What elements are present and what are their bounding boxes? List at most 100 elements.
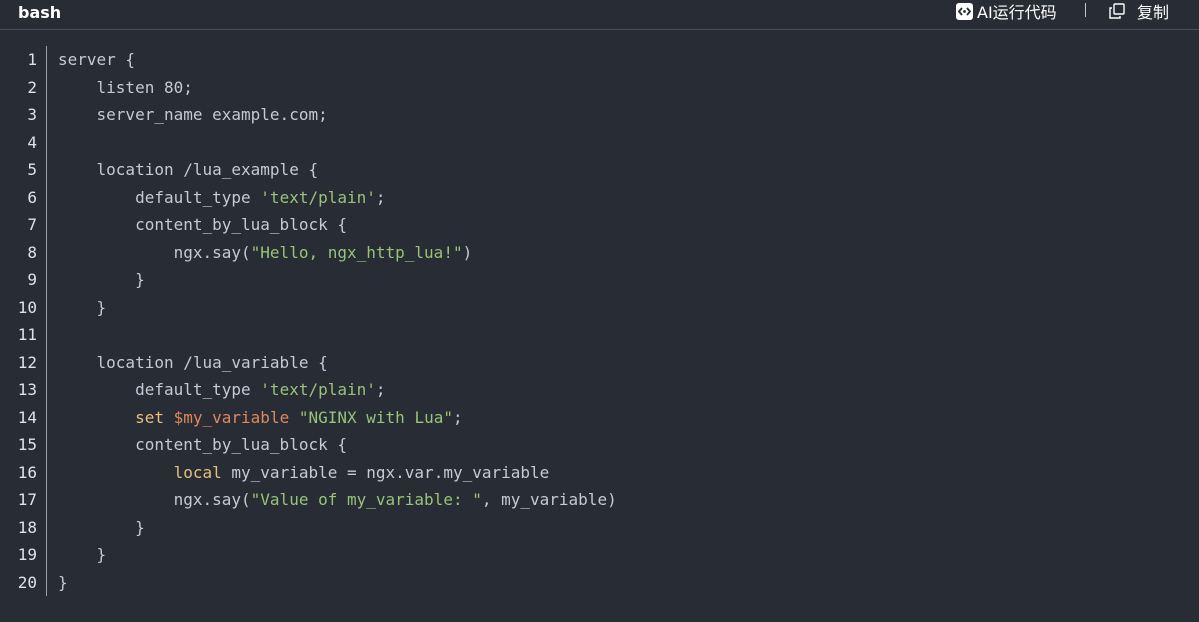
header-divider [1085,3,1086,17]
code-text: content_by_lua_block { [58,211,347,239]
code-token-str: "Hello, ngx_http_lua!" [250,242,463,262]
code-token: ; [452,407,463,427]
code-token: ; [375,380,386,399]
ai-run-code-button[interactable]: AI运行代码 [956,0,1057,22]
code-text: ngx.say("Hello, ngx_http_lua!") [58,239,473,267]
code-line: 20} [0,569,1199,597]
code-text: } [58,514,145,542]
code-line: 10 } [0,294,1199,322]
code-token: default_type [58,187,261,207]
code-line: 7 content_by_lua_block { [0,211,1199,239]
code-text: set $my_variable "NGINX with Lua"; [58,404,463,432]
line-number: 19 [17,545,37,564]
line-number: 10 [17,297,37,317]
code-line: 17 ngx.say("Value of my_variable: ", my_… [0,486,1199,514]
code-line: 12 location /lua_variable { [0,349,1199,377]
code-brackets-icon [956,2,973,20]
line-number: 16 [17,462,37,482]
code-token: ngx.say( [58,490,251,509]
code-token: } [58,270,145,289]
line-number: 7 [27,215,37,234]
code-token: listen 80; [58,77,193,97]
code-text: server { [58,46,135,74]
code-token: ; [375,187,386,207]
code-token: default_type [58,380,261,399]
code-token: } [58,297,107,317]
line-number: 1 [27,50,37,69]
bottom-edge [0,608,1199,622]
line-number: 17 [17,490,37,509]
code-text: location /lua_example { [58,156,319,184]
code-token: content_by_lua_block { [58,435,347,454]
copy-icon [1108,2,1126,20]
code-token-var: $my_variable [173,407,290,427]
code-text: } [58,266,145,294]
code-token: my_variable = ngx.var.my_variable [221,462,550,482]
code-text: server_name example.com; [58,101,328,129]
code-text: local my_variable = ngx.var.my_variable [58,459,550,487]
line-number: 3 [27,105,37,124]
line-number: 20 [17,572,37,592]
code-token-str: "NGINX with Lua" [298,407,453,427]
code-token: } [58,545,107,564]
code-line: 18 } [0,514,1199,542]
code-token: , my_variable) [481,490,617,509]
code-line: 1 server { [0,46,1199,74]
line-number: 18 [17,517,37,537]
code-line: 8 ngx.say("Hello, ngx_http_lua!") [0,239,1199,267]
code-token: } [58,572,68,592]
line-number: 14 [17,407,37,427]
line-number: 13 [17,380,37,399]
line-number: 12 [17,352,37,372]
line-number: 5 [27,160,37,179]
line-number: 9 [27,270,37,289]
code-line: 11 [0,321,1199,349]
code-token-str: "Value of my_variable: " [250,490,482,509]
code-text: listen 80; [58,74,193,102]
code-text: } [58,541,107,569]
code-line: 2 listen 80; [0,74,1199,102]
code-line: 5 location /lua_example { [0,156,1199,184]
code-text: default_type 'text/plain'; [58,376,386,404]
code-text: default_type 'text/plain'; [58,184,386,212]
code-text: ngx.say("Value of my_variable: ", my_var… [58,486,617,514]
code-token: location /lua_example { [58,160,319,179]
line-number: 6 [27,187,37,207]
code-block: bash AI运行代码 复制 1 server { 2 listen 80; 3 … [0,0,1199,622]
line-number: 11 [17,325,37,344]
code-body: 1 server {2 listen 80; 3 server_name examp… [0,46,1199,596]
code-text: location /lua_variable { [58,349,328,377]
line-number: 4 [27,132,37,152]
code-token-str: 'text/plain' [260,187,376,207]
code-token: ) [462,242,473,262]
code-line: 13 default_type 'text/plain'; [0,376,1199,404]
code-line: 3 server_name example.com; [0,101,1199,129]
code-token: server { [58,50,136,69]
code-line: 9 } [0,266,1199,294]
code-text: content_by_lua_block { [58,431,347,459]
code-block-header: bash AI运行代码 复制 [0,0,1199,30]
code-token: location /lua_variable { [58,352,328,372]
code-line: 14 set $my_variable "NGINX with Lua"; [0,404,1199,432]
line-number: 2 [27,77,37,97]
code-text: } [58,294,107,322]
code-line: 16 local my_variable = ngx.var.my_variab… [0,459,1199,487]
copy-button[interactable]: 复制 [1108,0,1169,22]
code-token: ngx.say( [58,242,251,262]
code-token-kw: local [173,462,222,482]
line-number: 15 [17,435,37,454]
code-text: } [58,569,68,597]
ai-run-code-label: AI运行代码 [977,3,1057,22]
code-line: 15 content_by_lua_block { [0,431,1199,459]
code-token: content_by_lua_block { [58,215,347,234]
code-token-kw: set [135,407,164,427]
copy-label: 复制 [1137,3,1170,22]
code-token: } [58,517,145,537]
code-line: 19 } [0,541,1199,569]
language-label: bash [18,3,62,22]
code-line: 4 [0,129,1199,157]
